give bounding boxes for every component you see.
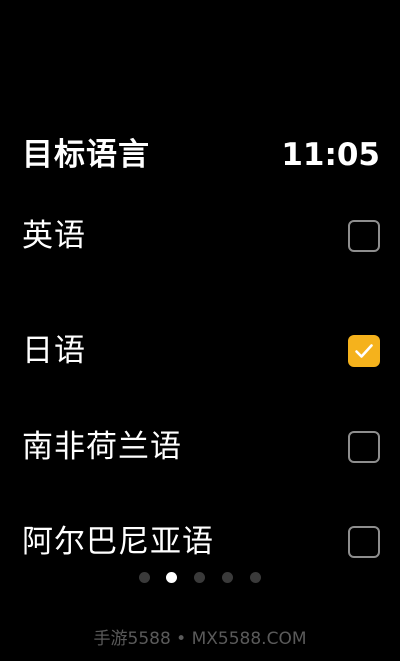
checkbox[interactable] — [348, 220, 380, 252]
header-title: 目标语言 — [22, 137, 150, 173]
page-dot — [222, 572, 233, 583]
language-label: 南非荷兰语 — [22, 429, 182, 465]
language-label: 日语 — [22, 333, 86, 369]
page-indicator — [0, 572, 400, 584]
checkbox[interactable] — [348, 526, 380, 558]
checkbox-checked[interactable] — [348, 335, 380, 367]
language-row-english[interactable]: 英语 — [0, 204, 400, 268]
page-dot — [139, 572, 150, 583]
checkmark-icon — [348, 335, 380, 367]
language-row-afrikaans[interactable]: 南非荷兰语 — [0, 415, 400, 479]
language-row-japanese[interactable]: 日语 — [0, 319, 400, 383]
language-row-albanian[interactable]: 阿尔巴尼亚语 — [0, 510, 400, 574]
page-dot-active — [166, 572, 177, 583]
page-dot — [194, 572, 205, 583]
clock-time: 11:05 — [281, 137, 380, 173]
page-dot — [250, 572, 261, 583]
checkbox[interactable] — [348, 431, 380, 463]
language-label: 英语 — [22, 218, 86, 254]
language-label: 阿尔巴尼亚语 — [22, 524, 214, 560]
watermark: 手游5588 • MX5588.COM — [93, 629, 307, 649]
